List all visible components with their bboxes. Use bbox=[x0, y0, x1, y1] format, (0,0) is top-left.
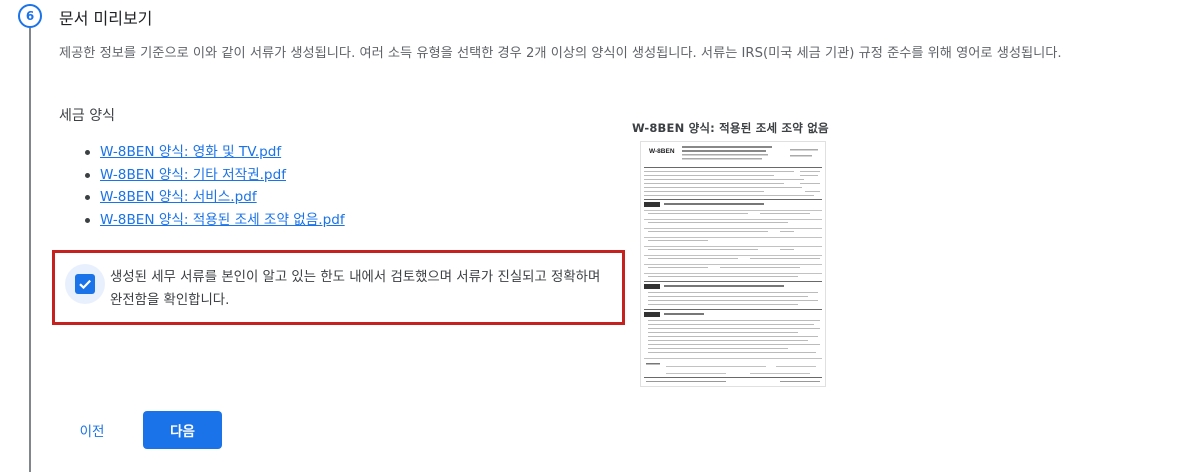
list-item: W-8BEN 양식: 영화 및 TV.pdf bbox=[85, 141, 345, 164]
next-button[interactable]: 다음 bbox=[143, 411, 222, 449]
check-icon bbox=[79, 279, 91, 290]
form-name-label: W-8BEN bbox=[649, 148, 675, 155]
stepper-rail bbox=[29, 28, 31, 472]
file-link-other-copyright[interactable]: W-8BEN 양식: 기타 저작권.pdf bbox=[100, 167, 286, 183]
confirmation-highlight: 생성된 세무 서류를 본인이 알고 있는 한도 내에서 검토했으며 서류가 진실… bbox=[52, 250, 625, 325]
file-link-film-tv[interactable]: W-8BEN 양식: 영화 및 TV.pdf bbox=[100, 144, 281, 160]
previous-button[interactable]: 이전 bbox=[64, 412, 120, 448]
file-link-services[interactable]: W-8BEN 양식: 서비스.pdf bbox=[100, 189, 257, 205]
file-link-no-treaty[interactable]: W-8BEN 양식: 적용된 조세 조약 없음.pdf bbox=[100, 212, 345, 228]
preview-title: W-8BEN 양식: 적용된 조세 조약 없음 bbox=[632, 121, 829, 135]
tax-form-file-list: W-8BEN 양식: 영화 및 TV.pdf W-8BEN 양식: 기타 저작권… bbox=[85, 141, 345, 232]
tax-forms-heading: 세금 양식 bbox=[59, 108, 115, 124]
form-preview-thumbnail: W-8BEN bbox=[640, 141, 826, 387]
list-item: W-8BEN 양식: 기타 저작권.pdf bbox=[85, 164, 345, 187]
confirmation-text: 생성된 세무 서류를 본인이 알고 있는 한도 내에서 검토했으며 서류가 진실… bbox=[110, 270, 601, 308]
confirmation-checkbox[interactable] bbox=[75, 274, 95, 294]
list-item: W-8BEN 양식: 적용된 조세 조약 없음.pdf bbox=[85, 209, 345, 232]
step-number-badge: 6 bbox=[18, 4, 42, 28]
section-title: 문서 미리보기 bbox=[59, 9, 153, 28]
form-document-image: W-8BEN bbox=[640, 141, 826, 387]
section-description: 제공한 정보를 기준으로 이와 같이 서류가 생성됩니다. 여러 소득 유형을 … bbox=[59, 46, 1062, 61]
list-item: W-8BEN 양식: 서비스.pdf bbox=[85, 186, 345, 209]
